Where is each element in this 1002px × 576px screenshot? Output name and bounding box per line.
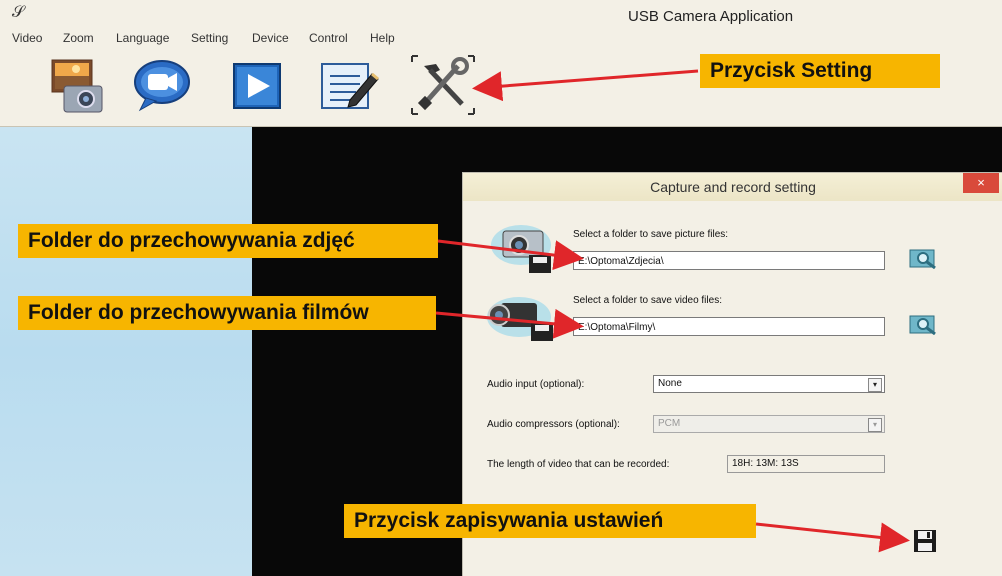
video-folder-label: Select a folder to save video files: bbox=[573, 295, 722, 306]
setting-button[interactable] bbox=[410, 54, 476, 116]
picture-folder-camera-icon bbox=[491, 225, 551, 273]
menu-video[interactable]: Video bbox=[12, 31, 42, 45]
browse-picture-folder-button[interactable] bbox=[909, 247, 939, 269]
audio-input-label: Audio input (optional): bbox=[487, 379, 585, 390]
settings-tools-icon bbox=[411, 55, 475, 115]
menu-help[interactable]: Help bbox=[370, 31, 395, 45]
close-button[interactable]: × bbox=[963, 173, 999, 193]
callout-picture-folder: Folder do przechowywania zdjęć bbox=[18, 224, 438, 258]
callout-setting-button: Przycisk Setting bbox=[700, 54, 940, 88]
record-length-label: The length of video that can be recorded… bbox=[487, 459, 670, 470]
save-settings-button[interactable] bbox=[913, 529, 937, 553]
app-icon: 𝒮 bbox=[12, 4, 25, 21]
callout-save-button: Przycisk zapisywania ustawień bbox=[344, 504, 756, 538]
menu-bar: Video Zoom Language Setting Device Contr… bbox=[0, 30, 1002, 48]
playback-button[interactable] bbox=[226, 54, 292, 116]
audio-input-select[interactable]: None ▾ bbox=[653, 375, 885, 393]
menu-zoom[interactable]: Zoom bbox=[63, 31, 94, 45]
title-bar: 𝒮 USB Camera Application bbox=[0, 0, 1002, 30]
edit-settings-list-button[interactable] bbox=[316, 54, 382, 116]
picture-folder-input[interactable]: E:\Optoma\Zdjecia\ bbox=[573, 251, 885, 270]
record-length-value: 18H: 13M: 13S bbox=[727, 455, 885, 473]
video-folder-input[interactable]: E:\Optoma\Filmy\ bbox=[573, 317, 885, 336]
window-title: USB Camera Application bbox=[628, 8, 794, 25]
edit-list-icon bbox=[321, 63, 379, 109]
chevron-down-icon: ▾ bbox=[868, 378, 882, 392]
video-folder-camcorder-icon bbox=[487, 297, 553, 341]
video-record-button[interactable] bbox=[130, 54, 196, 116]
callout-video-folder: Folder do przechowywania filmów bbox=[18, 296, 436, 330]
menu-device[interactable]: Device bbox=[252, 31, 289, 45]
audio-compressors-label: Audio compressors (optional): bbox=[487, 419, 620, 430]
chevron-down-icon: ▾ bbox=[868, 418, 882, 432]
dialog-title: Capture and record setting bbox=[463, 173, 1002, 201]
audio-input-value: None bbox=[658, 378, 682, 389]
preview-sidebar bbox=[0, 127, 252, 576]
photo-capture-button[interactable] bbox=[44, 54, 110, 116]
menu-language[interactable]: Language bbox=[116, 31, 169, 45]
play-icon bbox=[233, 63, 281, 109]
menu-control[interactable]: Control bbox=[309, 31, 348, 45]
browse-video-folder-button[interactable] bbox=[909, 313, 939, 335]
picture-folder-label: Select a folder to save picture files: bbox=[573, 229, 729, 240]
photo-camera-icon bbox=[51, 59, 103, 113]
audio-compressors-select[interactable]: PCM ▾ bbox=[653, 415, 885, 433]
video-camera-icon bbox=[134, 60, 190, 112]
menu-setting[interactable]: Setting bbox=[191, 31, 228, 45]
audio-compressors-value: PCM bbox=[658, 418, 681, 429]
